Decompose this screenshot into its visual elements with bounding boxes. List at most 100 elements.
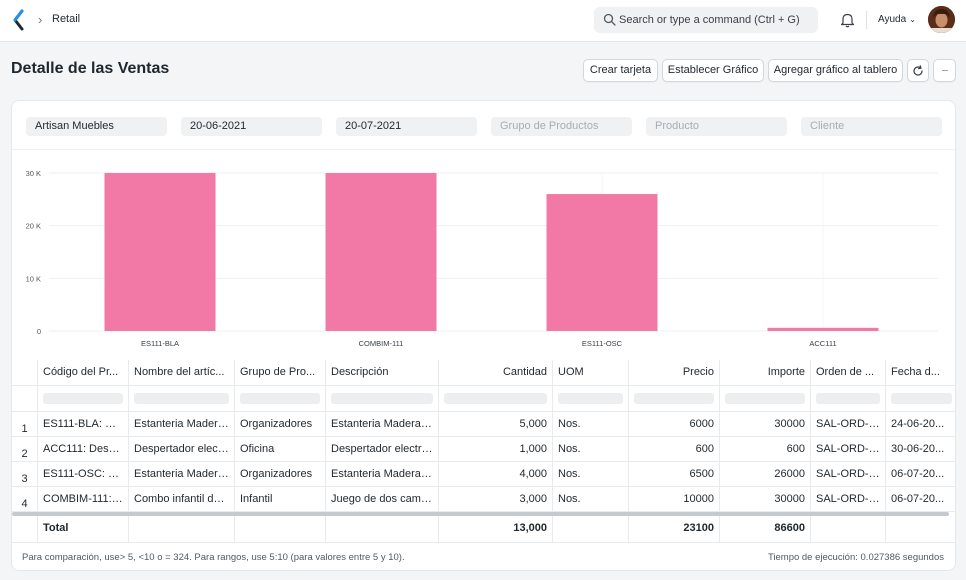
cell-code[interactable]: ACC111: Desp... <box>37 437 128 461</box>
help-dropdown[interactable]: Ayuda ⌄ <box>878 14 916 25</box>
from-date-filter[interactable]: 20-06-2021 <box>181 117 322 136</box>
cell-order[interactable]: SAL-ORD-2... <box>810 487 885 511</box>
column-filter-input[interactable] <box>634 393 714 404</box>
cell-code[interactable]: ES111-OSC: E... <box>37 462 128 486</box>
column-header-uom[interactable]: UOM <box>552 360 628 385</box>
cell-desc[interactable]: Estanteria Madera 1... <box>325 412 438 436</box>
cell-date[interactable]: 24-06-20... <box>885 412 955 436</box>
column-filter-input[interactable] <box>891 393 952 404</box>
column-filter-order[interactable] <box>810 386 885 411</box>
cell-price[interactable]: 6000 <box>628 412 719 436</box>
column-filter-group[interactable] <box>234 386 325 411</box>
cell-order[interactable]: SAL-ORD-2... <box>810 462 885 486</box>
cell-qty[interactable]: 1,000 <box>438 437 552 461</box>
column-header-order[interactable]: Orden de ... <box>810 360 885 385</box>
cell-uom[interactable]: Nos. <box>552 412 628 436</box>
cell-code[interactable]: COMBIM-111: ... <box>37 487 128 511</box>
column-header-date[interactable]: Fecha d... <box>885 360 955 385</box>
cell-name[interactable]: Despertador elect... <box>128 437 234 461</box>
cell-uom[interactable]: Nos. <box>552 462 628 486</box>
cell-price[interactable]: 600 <box>628 437 719 461</box>
column-filter-input[interactable] <box>43 393 123 404</box>
column-filter-desc[interactable] <box>325 386 438 411</box>
cell-amount[interactable]: 26000 <box>719 462 810 486</box>
table-row: 4 COMBIM-111: ... Combo infantil dor... Inf… <box>12 487 955 512</box>
column-filter-input[interactable] <box>816 393 880 404</box>
customer-filter[interactable]: Cliente <box>801 117 942 136</box>
column-filter-price[interactable] <box>628 386 719 411</box>
user-avatar[interactable] <box>928 6 955 33</box>
x-tick-label: ES111-OSC <box>582 339 623 348</box>
refresh-button[interactable] <box>907 59 929 82</box>
x-tick-label: ACC111 <box>809 339 836 348</box>
cell-uom[interactable]: Nos. <box>552 487 628 511</box>
navbar: › Retail Search or type a command (Ctrl … <box>0 0 966 42</box>
cell-name[interactable]: Estanteria Madera... <box>128 412 234 436</box>
cell-price[interactable]: 6500 <box>628 462 719 486</box>
column-filter-input[interactable] <box>444 393 547 404</box>
column-filter-input[interactable] <box>725 393 805 404</box>
breadcrumb-retail[interactable]: Retail <box>52 13 80 25</box>
cell-name[interactable]: Combo infantil dor... <box>128 487 234 511</box>
total-cell-group <box>234 516 325 542</box>
cell-amount[interactable]: 600 <box>719 437 810 461</box>
column-header-price[interactable]: Precio <box>628 360 719 385</box>
total-cell-amount: 86600 <box>719 516 810 542</box>
chart-bar-combim-111[interactable] <box>325 173 437 331</box>
cell-amount[interactable]: 30000 <box>719 412 810 436</box>
cell-order[interactable]: SAL-ORD-2... <box>810 437 885 461</box>
column-filter-date[interactable] <box>885 386 955 411</box>
cell-group[interactable]: Oficina <box>234 437 325 461</box>
cell-group[interactable]: Organizadores <box>234 462 325 486</box>
chart-bar-es111-osc[interactable] <box>546 194 658 331</box>
add-to-dashboard-button[interactable]: Agregar gráfico al tablero <box>768 59 903 82</box>
chart-bar-acc111[interactable] <box>767 327 879 331</box>
column-header-qty[interactable]: Cantidad <box>438 360 552 385</box>
cell-desc[interactable]: Despertador electrónici <box>325 437 438 461</box>
cell-qty[interactable]: 4,000 <box>438 462 552 486</box>
search-bar[interactable]: Search or type a command (Ctrl + G) <box>594 7 818 33</box>
column-header-amount[interactable]: Importe <box>719 360 810 385</box>
column-filter-input[interactable] <box>134 393 229 404</box>
chart-bar-es111-bla[interactable] <box>104 173 216 331</box>
cell-qty[interactable]: 3,000 <box>438 487 552 511</box>
cell-group[interactable]: Organizadores <box>234 412 325 436</box>
column-filter-code[interactable] <box>37 386 128 411</box>
column-header-group[interactable]: Grupo de Pro... <box>234 360 325 385</box>
to-date-filter[interactable]: 20-07-2021 <box>336 117 477 136</box>
more-actions-button[interactable]: ··· <box>933 59 956 82</box>
column-filter-qty[interactable] <box>438 386 552 411</box>
cell-date[interactable]: 06-07-20... <box>885 487 955 511</box>
company-filter[interactable]: Artisan Muebles <box>26 117 167 136</box>
cell-desc[interactable]: Estanteria Madera 1... <box>325 462 438 486</box>
set-chart-button[interactable]: Establecer Gráfico <box>662 59 764 82</box>
notification-bell-icon[interactable] <box>840 12 855 28</box>
column-filter-uom[interactable] <box>552 386 628 411</box>
cell-code[interactable]: ES111-BLA: Es... <box>37 412 128 436</box>
column-filter-name[interactable] <box>128 386 234 411</box>
column-filter-input[interactable] <box>331 393 433 404</box>
column-header-code[interactable]: Código del Pr... <box>37 360 128 385</box>
cell-amount[interactable]: 30000 <box>719 487 810 511</box>
cell-desc[interactable]: Juego de dos camas y <box>325 487 438 511</box>
column-filter-input[interactable] <box>240 393 320 404</box>
app-logo-icon[interactable] <box>12 9 26 31</box>
row-number-label: 3 <box>21 473 28 485</box>
cell-order[interactable]: SAL-ORD-2... <box>810 412 885 436</box>
product-group-filter[interactable]: Grupo de Productos <box>491 117 632 136</box>
product-filter[interactable]: Producto <box>646 117 787 136</box>
column-header-name[interactable]: Nombre del artíc... <box>128 360 234 385</box>
cell-date[interactable]: 06-07-20... <box>885 462 955 486</box>
cell-uom[interactable]: Nos. <box>552 437 628 461</box>
cell-qty[interactable]: 5,000 <box>438 412 552 436</box>
column-filter-input[interactable] <box>558 393 623 404</box>
column-header-desc[interactable]: Descripción <box>325 360 438 385</box>
cell-name[interactable]: Estanteria Madera... <box>128 462 234 486</box>
x-tick-label: ES111-BLA <box>141 339 179 348</box>
column-filter-amount[interactable] <box>719 386 810 411</box>
cell-group[interactable]: Infantil <box>234 487 325 511</box>
create-card-button[interactable]: Crear tarjeta <box>583 59 658 82</box>
cell-date[interactable]: 30-06-20... <box>885 437 955 461</box>
cell-price[interactable]: 10000 <box>628 487 719 511</box>
table-row: 2 ACC111: Desp... Despertador elect... Ofic… <box>12 437 955 462</box>
